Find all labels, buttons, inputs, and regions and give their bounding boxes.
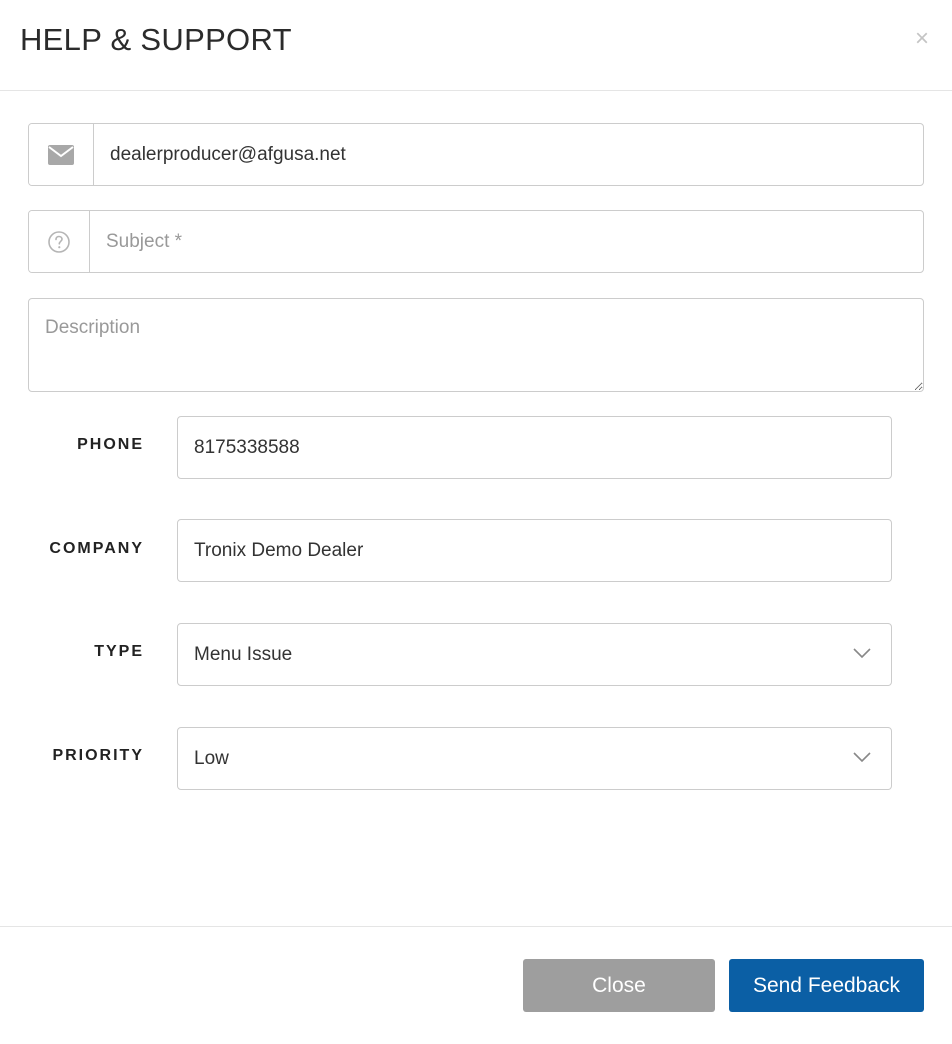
chevron-down-icon (853, 648, 871, 659)
modal-footer: Close Send Feedback (0, 926, 952, 1044)
type-label: TYPE (94, 643, 144, 660)
type-selected-value: Menu Issue (194, 644, 293, 665)
priority-selected-value: Low (194, 748, 229, 769)
modal-header: HELP & SUPPORT × (0, 0, 952, 91)
subject-input-group (28, 210, 924, 273)
send-feedback-button[interactable]: Send Feedback (729, 959, 924, 1012)
type-select[interactable]: Menu Issue (177, 623, 892, 686)
company-label: COMPANY (49, 540, 144, 557)
close-icon[interactable]: × (912, 27, 932, 51)
envelope-icon (29, 124, 94, 185)
description-textarea[interactable] (28, 298, 924, 392)
company-input[interactable] (177, 519, 892, 582)
phone-label: PHONE (77, 436, 144, 453)
email-input[interactable] (94, 124, 923, 185)
email-input-group (28, 123, 924, 186)
subject-input[interactable] (90, 211, 923, 272)
priority-select[interactable]: Low (177, 727, 892, 790)
question-circle-icon (29, 211, 90, 272)
phone-input[interactable] (177, 416, 892, 479)
priority-label: PRIORITY (52, 747, 144, 764)
help-support-modal: HELP & SUPPORT × PHONE COMPANY TYPE Menu… (0, 0, 952, 1044)
chevron-down-icon (853, 752, 871, 763)
close-button[interactable]: Close (523, 959, 715, 1012)
modal-title: HELP & SUPPORT (20, 22, 292, 57)
